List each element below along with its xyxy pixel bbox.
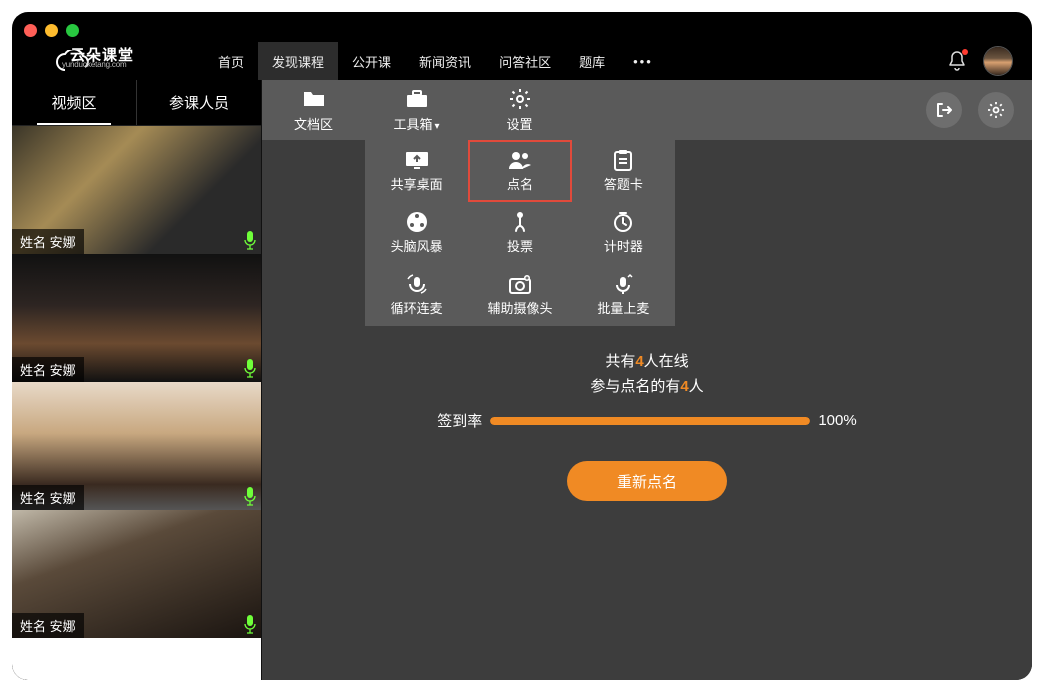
notification-dot	[962, 49, 968, 55]
gear-icon	[509, 88, 531, 110]
nav-discover-courses[interactable]: 发现课程	[258, 42, 338, 81]
progress-bar	[490, 417, 810, 425]
checkin-rate-row: 签到率 100%	[437, 410, 856, 431]
top-nav: 云朵课堂 yunduoketang.com 首页 发现课程 公开课 新闻资讯 问…	[12, 42, 1032, 80]
notifications-bell-icon[interactable]	[948, 51, 966, 71]
main-area: 文档区 工具箱▾ 设置	[262, 80, 1032, 680]
toolbar: 文档区 工具箱▾ 设置	[262, 80, 1032, 140]
tab-participants[interactable]: 参课人员	[137, 80, 261, 125]
participant-name: 姓名 安娜	[12, 613, 84, 638]
microphone-icon	[243, 486, 257, 506]
monitor-share-icon	[404, 149, 430, 171]
user-avatar[interactable]	[984, 47, 1012, 75]
tool-label: 头脑风暴	[391, 236, 443, 255]
window-zoom-dot[interactable]	[66, 24, 79, 37]
toolbar-docs-label: 文档区	[294, 114, 333, 133]
toolbox-popup: 共享桌面 点名 答题卡 头脑风暴 投票	[365, 140, 675, 326]
nav-qa-community[interactable]: 问答社区	[485, 42, 565, 81]
toolbar-docs[interactable]: 文档区	[262, 80, 365, 140]
video-cell[interactable]: 姓名 安娜	[12, 510, 261, 638]
redo-rollcall-button[interactable]: 重新点名	[567, 461, 727, 501]
tool-label: 共享桌面	[391, 174, 443, 193]
exit-icon	[935, 101, 953, 119]
checkin-rate-value: 100%	[818, 412, 856, 429]
video-sidebar: 视频区 参课人员 姓名 安娜 姓名 安娜 姓名 安娜 姓名 安娜	[12, 80, 262, 680]
film-reel-icon	[406, 211, 428, 233]
hand-point-icon	[510, 211, 530, 233]
roll-call-stats: 共有4人在线 参与点名的有4人 签到率 100% 重新点名	[262, 350, 1032, 501]
tool-label: 投票	[507, 236, 533, 255]
settings-gear-button[interactable]	[978, 92, 1014, 128]
toolbar-toolbox[interactable]: 工具箱▾	[365, 80, 468, 140]
tool-label: 计时器	[604, 236, 643, 255]
window-close-dot[interactable]	[24, 24, 37, 37]
mic-cycle-icon	[406, 273, 428, 295]
brand-logo[interactable]: 云朵课堂 yunduoketang.com	[56, 50, 90, 72]
rollcall-count-text: 参与点名的有4人	[590, 375, 703, 396]
tool-label: 点名	[507, 174, 533, 193]
participant-name: 姓名 安娜	[12, 485, 84, 510]
video-list: 姓名 安娜 姓名 安娜 姓名 安娜 姓名 安娜	[12, 126, 261, 680]
clock-icon	[612, 211, 634, 233]
tool-label: 答题卡	[604, 174, 643, 193]
sidebar-tabs: 视频区 参课人员	[12, 80, 261, 126]
microphone-icon	[243, 614, 257, 634]
mic-up-icon	[613, 273, 633, 295]
microphone-icon	[243, 358, 257, 378]
tool-answer-card[interactable]: 答题卡	[572, 140, 675, 202]
tool-bulk-mic[interactable]: 批量上麦	[572, 264, 675, 326]
tool-label: 批量上麦	[597, 298, 649, 317]
window-controls	[24, 24, 79, 37]
microphone-icon	[243, 230, 257, 250]
video-cell-empty[interactable]	[12, 638, 261, 680]
tool-rotate-mic[interactable]: 循环连麦	[365, 264, 468, 326]
tool-share-desktop[interactable]: 共享桌面	[365, 140, 468, 202]
video-cell[interactable]: 姓名 安娜	[12, 382, 261, 510]
toolbar-toolbox-label: 工具箱▾	[393, 114, 439, 133]
tool-brainstorm[interactable]: 头脑风暴	[365, 202, 468, 264]
tool-aux-camera[interactable]: 辅助摄像头	[468, 264, 571, 326]
nav-more[interactable]: •••	[619, 54, 667, 69]
video-cell[interactable]: 姓名 安娜	[12, 254, 261, 382]
toolbar-settings-label: 设置	[506, 114, 532, 133]
nav-news[interactable]: 新闻资讯	[405, 42, 485, 81]
progress-bar-fill	[490, 417, 810, 425]
video-cell[interactable]: 姓名 安娜	[12, 126, 261, 254]
app-body: 视频区 参课人员 姓名 安娜 姓名 安娜 姓名 安娜 姓名 安娜	[12, 80, 1032, 680]
checkin-rate-label: 签到率	[437, 410, 482, 431]
tab-video-zone[interactable]: 视频区	[12, 80, 137, 125]
gear-icon	[987, 101, 1005, 119]
exit-button[interactable]	[926, 92, 962, 128]
nav-question-bank[interactable]: 题库	[565, 42, 619, 81]
camera-plus-icon	[508, 273, 532, 295]
brand-subtext: yunduoketang.com	[62, 60, 126, 69]
app-window: 云朵课堂 yunduoketang.com 首页 发现课程 公开课 新闻资讯 问…	[12, 12, 1032, 680]
folder-icon	[302, 88, 326, 110]
people-icon	[507, 149, 533, 171]
nav-home[interactable]: 首页	[204, 42, 258, 81]
tool-roll-call[interactable]: 点名	[468, 140, 571, 202]
tool-vote[interactable]: 投票	[468, 202, 571, 264]
tool-label: 辅助摄像头	[487, 298, 552, 317]
nav-open-courses[interactable]: 公开课	[338, 42, 405, 81]
participant-name: 姓名 安娜	[12, 229, 84, 254]
window-minimize-dot[interactable]	[45, 24, 58, 37]
clipboard-icon	[613, 149, 633, 171]
online-count-text: 共有4人在线	[605, 350, 688, 371]
briefcase-icon	[405, 88, 429, 110]
tool-timer[interactable]: 计时器	[572, 202, 675, 264]
tool-label: 循环连麦	[391, 298, 443, 317]
participant-name: 姓名 安娜	[12, 357, 84, 382]
toolbar-settings[interactable]: 设置	[468, 80, 571, 140]
